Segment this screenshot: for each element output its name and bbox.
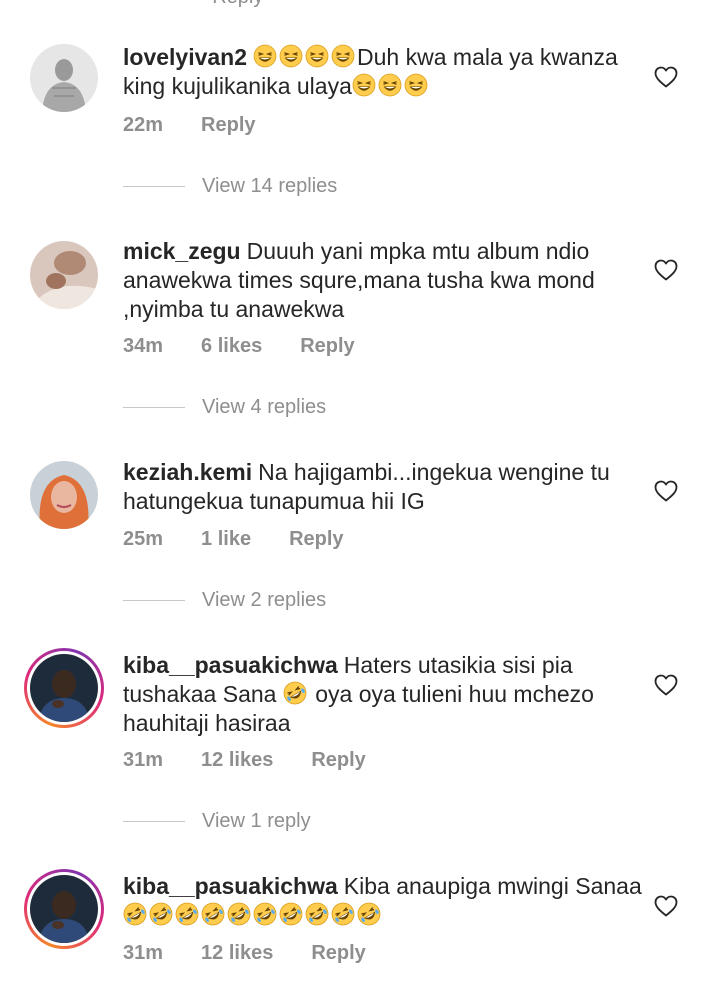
view-replies-label: View 1 reply bbox=[202, 810, 311, 832]
rolling-laughing-face-icon bbox=[253, 902, 277, 926]
emoji-run-trail bbox=[352, 73, 430, 99]
emoji-run-trail bbox=[123, 902, 383, 928]
rolling-laughing-face-icon bbox=[279, 902, 303, 926]
comment-text: keziah.kemi Na hajigambi...ingekua wengin… bbox=[123, 458, 643, 516]
grinning-squinting-face-icon bbox=[378, 73, 402, 97]
reply-button[interactable]: Reply bbox=[311, 942, 365, 965]
timestamp: 25m bbox=[123, 528, 164, 550]
heart-icon[interactable] bbox=[654, 674, 678, 696]
reply-button[interactable]: Reply bbox=[201, 114, 255, 137]
rolling-laughing-face-icon bbox=[123, 902, 147, 926]
view-replies-label: View 4 replies bbox=[202, 396, 327, 418]
like-count[interactable]: 6 likes bbox=[201, 335, 262, 358]
divider-line bbox=[123, 186, 185, 187]
view-replies-button[interactable]: View 2 replies bbox=[123, 589, 326, 612]
rolling-laughing-face-icon bbox=[331, 902, 355, 926]
username[interactable]: kiba__pasuakichwa bbox=[123, 652, 338, 678]
heart-icon[interactable] bbox=[654, 259, 678, 281]
username[interactable]: kiba__pasuakichwa bbox=[123, 873, 338, 899]
like-count[interactable]: 12 likes bbox=[201, 942, 273, 965]
rolling-laughing-face-icon bbox=[227, 902, 251, 926]
username[interactable]: keziah.kemi bbox=[123, 459, 252, 485]
rolling-laughing-face-icon bbox=[357, 902, 381, 926]
grinning-squinting-face-icon bbox=[404, 73, 428, 97]
username[interactable]: lovelyivan2 bbox=[123, 44, 247, 70]
divider-line bbox=[123, 407, 185, 408]
comment-meta: 31m 12 likes Reply bbox=[123, 749, 366, 772]
avatar[interactable] bbox=[30, 241, 98, 309]
reply-button[interactable]: Reply bbox=[311, 749, 365, 772]
avatar-story-ring[interactable] bbox=[24, 869, 104, 949]
grinning-squinting-face-icon bbox=[331, 44, 355, 68]
heart-icon[interactable] bbox=[654, 895, 678, 917]
emoji-run-lead bbox=[253, 44, 357, 70]
timestamp: 22m bbox=[123, 114, 164, 136]
avatar[interactable] bbox=[30, 44, 98, 112]
comment-text: lovelyivan2 Duh kwa mala ya kwanza king k… bbox=[123, 43, 643, 101]
comment-meta: 22m Reply bbox=[123, 114, 256, 137]
avatar-story-ring[interactable] bbox=[24, 648, 104, 728]
comment-text: kiba__pasuakichwa Kiba anaupiga mwingi Sa… bbox=[123, 872, 643, 930]
heart-icon[interactable] bbox=[654, 66, 678, 88]
previous-comment-reply-fragment: · Reply bbox=[200, 0, 263, 9]
view-replies-label: View 2 replies bbox=[202, 589, 327, 611]
like-count[interactable]: 1 like bbox=[201, 528, 251, 551]
reply-button[interactable]: Reply bbox=[300, 335, 354, 358]
comment-text: kiba__pasuakichwa Haters utasikia sisi pi… bbox=[123, 651, 643, 738]
rolling-laughing-face-icon bbox=[305, 902, 329, 926]
avatar bbox=[30, 875, 98, 943]
divider-line bbox=[123, 821, 185, 822]
view-replies-label: View 14 replies bbox=[202, 175, 338, 197]
username[interactable]: mick_zegu bbox=[123, 238, 241, 264]
reply-button[interactable]: Reply bbox=[289, 528, 343, 551]
timestamp: 31m bbox=[123, 749, 164, 771]
grinning-squinting-face-icon bbox=[279, 44, 303, 68]
comment-meta: 31m 12 likes Reply bbox=[123, 942, 366, 965]
like-count[interactable]: 12 likes bbox=[201, 749, 273, 772]
avatar bbox=[30, 654, 98, 722]
rolling-laughing-face-icon bbox=[201, 902, 225, 926]
timestamp: 34m bbox=[123, 335, 164, 357]
timestamp: 31m bbox=[123, 942, 164, 964]
rolling-laughing-face-icon bbox=[283, 681, 307, 705]
divider-line bbox=[123, 600, 185, 601]
comment-meta: 34m 6 likes Reply bbox=[123, 335, 355, 358]
rolling-laughing-face-icon bbox=[175, 902, 199, 926]
grinning-squinting-face-icon bbox=[305, 44, 329, 68]
view-replies-button[interactable]: View 14 replies bbox=[123, 175, 337, 198]
grinning-squinting-face-icon bbox=[253, 44, 277, 68]
avatar[interactable] bbox=[30, 461, 98, 529]
view-replies-button[interactable]: View 1 reply bbox=[123, 810, 311, 833]
comment-text: mick_zegu Duuuh yani mpka mtu album ndio … bbox=[123, 237, 643, 324]
heart-icon[interactable] bbox=[654, 480, 678, 502]
comment-body: Kiba anaupiga mwingi Sanaa bbox=[343, 873, 642, 899]
view-replies-button[interactable]: View 4 replies bbox=[123, 396, 326, 419]
grinning-squinting-face-icon bbox=[352, 73, 376, 97]
comment-meta: 25m 1 like Reply bbox=[123, 528, 344, 551]
rolling-laughing-face-icon bbox=[149, 902, 173, 926]
